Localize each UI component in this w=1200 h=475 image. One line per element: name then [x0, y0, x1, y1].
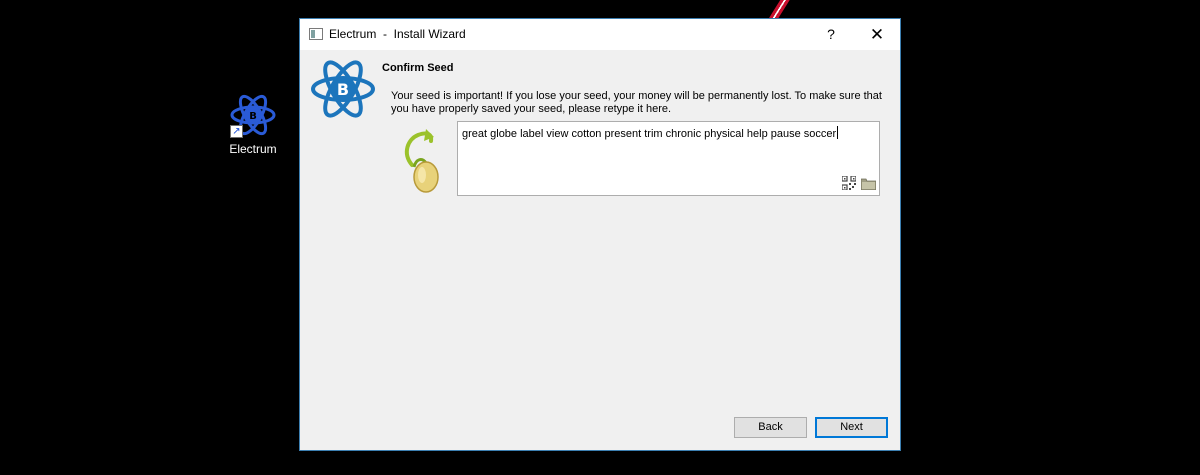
help-button[interactable]: ?	[808, 19, 854, 50]
desktop: B ↗ Electrum Electrum - Install Wizard ?…	[0, 0, 1200, 475]
qr-code-icon[interactable]	[842, 176, 856, 190]
desktop-icon-electrum[interactable]: B ↗ Electrum	[222, 92, 284, 156]
shortcut-arrow-icon: ↗	[230, 125, 243, 138]
svg-text:B: B	[337, 80, 349, 99]
instructions-text: Your seed is important! If you lose your…	[391, 90, 882, 115]
seed-input-text: great globe label view cotton present tr…	[462, 126, 839, 140]
desktop-icon-label: Electrum	[229, 142, 277, 156]
window-app-icon	[309, 28, 323, 40]
next-button[interactable]: Next	[815, 417, 888, 438]
electrum-logo-icon: B	[311, 60, 375, 118]
back-button[interactable]: Back	[734, 417, 807, 438]
folder-icon[interactable]	[861, 178, 876, 190]
install-wizard-window: Electrum - Install Wizard ? ✕ B Confirm …	[299, 18, 901, 451]
seed-sprout-icon	[404, 129, 439, 193]
seed-input[interactable]: great globe label view cotton present tr…	[457, 121, 880, 196]
svg-text:B: B	[249, 111, 257, 122]
close-button[interactable]: ✕	[854, 19, 900, 50]
page-title: Confirm Seed	[382, 62, 454, 74]
title-bar[interactable]: Electrum - Install Wizard ? ✕	[300, 19, 900, 50]
window-title: Electrum - Install Wizard	[329, 27, 466, 41]
wizard-content: B Confirm Seed Your seed is important! I…	[300, 50, 900, 450]
